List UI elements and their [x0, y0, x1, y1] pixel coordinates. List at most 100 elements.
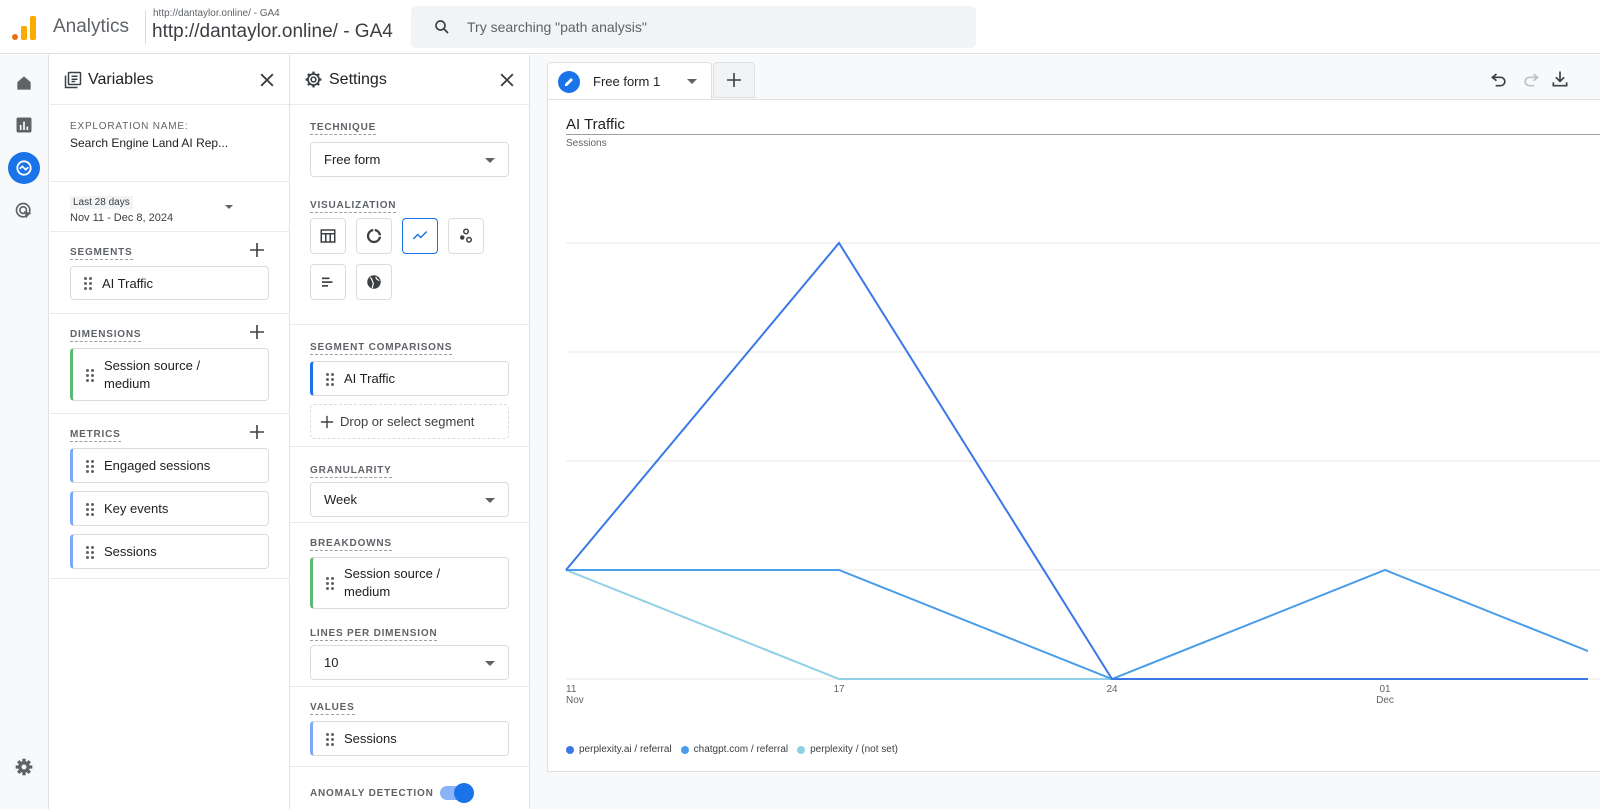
drag-handle-icon[interactable]	[86, 545, 94, 559]
chevron-down-icon	[485, 661, 495, 666]
date-range: Nov 11 - Dec 8, 2024	[70, 212, 174, 224]
drag-handle-icon[interactable]	[326, 732, 334, 746]
chevron-down-icon	[485, 158, 495, 163]
lines-per-dimension-select[interactable]: 10	[310, 645, 509, 680]
viz-scatter-button[interactable]	[448, 218, 484, 254]
globe-icon	[367, 275, 381, 289]
scatter-plot-icon	[460, 228, 472, 243]
property-selector[interactable]: http://dantaylor.online/ - GA4	[152, 21, 393, 43]
dimensions-section: DIMENSIONS Session source / medium	[50, 314, 289, 414]
tab-free-form-1[interactable]: Free form 1	[547, 62, 712, 100]
nav-reports[interactable]	[12, 113, 36, 137]
line-chart[interactable]: 11Nov 17 24 01Dec	[548, 100, 1600, 706]
metrics-label: METRICS	[70, 429, 121, 442]
search-bar[interactable]: Try searching "path analysis"	[411, 6, 976, 48]
viz-bar-button[interactable]	[310, 264, 346, 300]
add-dimension-icon[interactable]	[249, 324, 265, 340]
add-segment-icon[interactable]	[249, 242, 265, 258]
segment-comparison-chip[interactable]: AI Traffic	[310, 361, 509, 396]
dimension-chip[interactable]: Session source / medium	[70, 348, 269, 401]
anomaly-detection-label: ANOMALY DETECTION	[310, 788, 434, 799]
granularity-section: GRANULARITY Week	[290, 447, 529, 523]
plus-icon	[320, 415, 334, 428]
viz-line-button[interactable]	[402, 218, 438, 254]
x-tick-label: 24	[1106, 684, 1118, 695]
home-icon	[17, 76, 31, 90]
segments-label: SEGMENTS	[70, 247, 133, 260]
granularity-value: Week	[324, 492, 357, 507]
date-dropdown-icon[interactable]	[225, 205, 233, 209]
plus-icon	[727, 73, 741, 87]
chart-legend: perplexity.ai / referral chatgpt.com / re…	[566, 744, 907, 755]
technique-value: Free form	[324, 152, 381, 167]
nav-admin[interactable]	[12, 755, 36, 779]
segments-section: SEGMENTS AI Traffic	[50, 232, 289, 314]
nav-home[interactable]	[12, 71, 36, 95]
x-tick-label: 17	[833, 684, 845, 695]
dimensions-label: DIMENSIONS	[70, 329, 142, 342]
account-name[interactable]: http://dantaylor.online/ - GA4	[153, 8, 280, 19]
date-range-picker[interactable]: Last 28 days Nov 11 - Dec 8, 2024	[50, 182, 289, 232]
x-tick-sublabel: Dec	[1376, 695, 1394, 706]
undo-icon[interactable]	[1489, 69, 1509, 89]
exploration-name-input[interactable]: Search Engine Land AI Rep...	[70, 136, 269, 150]
analytics-logo-icon[interactable]	[12, 14, 36, 40]
dimension-chip-label: Session source / medium	[104, 357, 201, 391]
variables-header: Variables	[50, 55, 289, 105]
add-tab-button[interactable]	[713, 62, 755, 98]
settings-title: Settings	[329, 70, 387, 88]
viz-geo-button[interactable]	[356, 264, 392, 300]
tab-menu-chevron-icon[interactable]	[687, 79, 697, 84]
values-label: VALUES	[310, 702, 355, 715]
download-icon[interactable]	[1550, 69, 1570, 89]
visualization-label: VISUALIZATION	[310, 200, 397, 213]
drag-handle-icon[interactable]	[86, 459, 94, 473]
segment-comparison-label: AI Traffic	[344, 371, 396, 386]
drag-handle-icon[interactable]	[84, 277, 92, 290]
segment-chip[interactable]: AI Traffic	[70, 266, 269, 300]
viz-table-button[interactable]	[310, 218, 346, 254]
target-cursor-icon	[15, 202, 32, 219]
technique-select[interactable]: Free form	[310, 142, 509, 177]
legend-item[interactable]: perplexity.ai / referral	[566, 744, 672, 755]
metric-chip[interactable]: Engaged sessions	[70, 448, 269, 483]
variables-title: Variables	[88, 70, 154, 88]
nav-advertising[interactable]	[12, 199, 36, 223]
exploration-name-section: EXPLORATION NAME: Search Engine Land AI …	[50, 105, 289, 182]
metric-chip[interactable]: Sessions	[70, 534, 269, 569]
legend-label: chatgpt.com / referral	[693, 744, 789, 755]
legend-item[interactable]: chatgpt.com / referral	[680, 744, 789, 755]
metric-chip[interactable]: Key events	[70, 491, 269, 526]
close-variables-icon[interactable]	[257, 70, 277, 90]
drag-handle-icon[interactable]	[326, 577, 334, 590]
legend-item[interactable]: perplexity / (not set)	[797, 744, 898, 755]
breakdowns-label: BREAKDOWNS	[310, 538, 392, 551]
top-bar: Analytics http://dantaylor.online/ - GA4…	[0, 0, 1600, 54]
add-metric-icon[interactable]	[249, 424, 265, 440]
legend-dot-icon	[680, 745, 689, 754]
nav-explore[interactable]	[8, 152, 40, 184]
series-line-perplexity-not-set-[interactable]	[565, 569, 1600, 680]
app-name: Analytics	[53, 16, 130, 37]
series-line-chatgpt-com-referral[interactable]	[566, 568, 1600, 681]
anomaly-detection-toggle[interactable]	[440, 783, 474, 803]
close-settings-icon[interactable]	[497, 70, 517, 90]
horizontal-bar-icon	[322, 277, 333, 287]
settings-header: Settings	[290, 55, 529, 105]
viz-donut-button[interactable]	[356, 218, 392, 254]
variables-panel: Variables EXPLORATION NAME: Search Engin…	[50, 55, 290, 809]
drop-segment-target[interactable]: Drop or select segment	[310, 404, 509, 439]
redo-icon[interactable]	[1521, 69, 1541, 89]
drag-handle-icon[interactable]	[326, 372, 334, 386]
metric-chip-label: Engaged sessions	[104, 458, 211, 473]
segment-comparisons-section: SEGMENT COMPARISONS AI Traffic Drop or s…	[290, 325, 529, 447]
breakdown-chip[interactable]: Session source / medium	[310, 557, 509, 609]
lines-per-dimension-label: LINES PER DIMENSION	[310, 628, 438, 641]
granularity-select[interactable]: Week	[310, 482, 509, 517]
exploration-canvas: Free form 1 AI Traffic Sessions 11 Nov 17 2…	[530, 55, 1600, 809]
search-placeholder[interactable]: Try searching "path analysis"	[467, 19, 647, 35]
drag-handle-icon[interactable]	[86, 368, 94, 382]
drag-handle-icon[interactable]	[86, 502, 94, 516]
edit-pencil-icon[interactable]	[558, 70, 580, 93]
value-chip[interactable]: Sessions	[310, 721, 509, 756]
